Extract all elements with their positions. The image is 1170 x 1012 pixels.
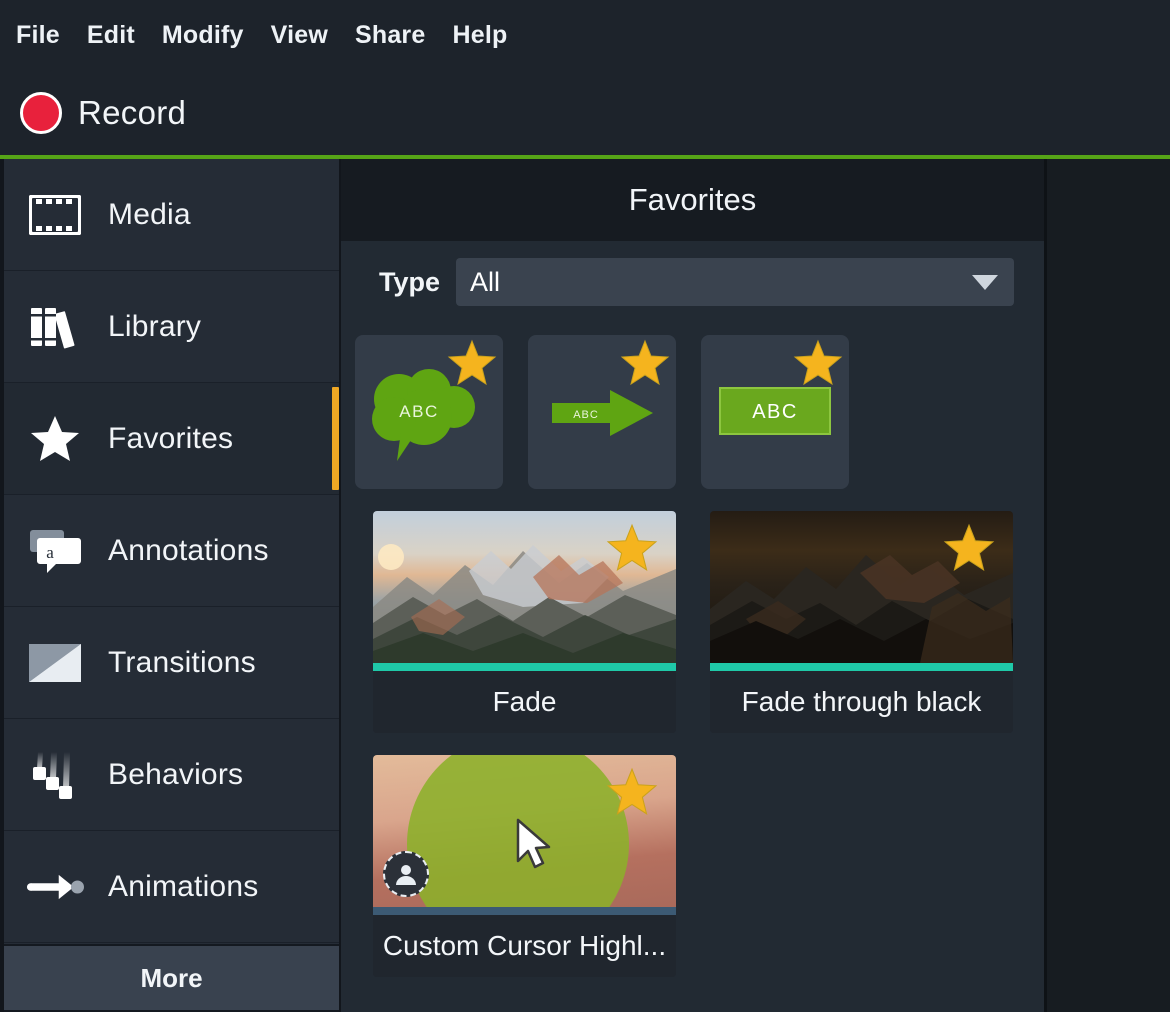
transition-card-row: Fade Fade through black [341, 511, 1044, 733]
page-title: Favorites [628, 182, 757, 217]
record-button-label[interactable]: Record [78, 94, 186, 132]
sidebar-item-library[interactable]: Library [4, 271, 339, 383]
star-icon[interactable] [620, 339, 670, 387]
star-icon [26, 410, 84, 468]
mouse-pointer-icon [513, 817, 555, 873]
card-caption: Custom Cursor Highl... [373, 915, 676, 977]
rectangle-annotation-shape: ABC [719, 387, 831, 435]
annotation-tile-rectangle[interactable]: ABC [701, 335, 849, 489]
annotation-tile-row: ABC ABC ABC [341, 335, 1044, 489]
arrow-dot-icon [26, 858, 84, 916]
sidebar-item-label: Media [108, 197, 191, 231]
sidebar-item-label: Library [108, 309, 202, 343]
card-accent-bar [373, 907, 676, 915]
menu-item-modify[interactable]: Modify [162, 21, 244, 50]
star-icon[interactable] [793, 339, 843, 387]
sidebar-item-label: Annotations [108, 533, 269, 567]
card-caption: Fade [373, 671, 676, 733]
sidebar-item-animations[interactable]: Animations [4, 831, 339, 943]
menu-item-help[interactable]: Help [452, 21, 507, 50]
star-icon[interactable] [447, 339, 497, 387]
behavior-card-row: Custom Cursor Highl... [341, 755, 1044, 977]
right-panel [1044, 159, 1170, 1012]
card-custom-cursor-highlight[interactable]: Custom Cursor Highl... [373, 755, 676, 977]
star-icon[interactable] [606, 523, 658, 573]
star-icon[interactable] [606, 767, 658, 817]
sidebar-item-annotations[interactable]: a Annotations [4, 495, 339, 607]
menu-item-view[interactable]: View [271, 21, 328, 50]
annotation-text: ABC [752, 401, 798, 423]
card-caption: Fade through black [710, 671, 1013, 733]
sidebar-list: Media Library Favorites a Annotations Tr… [4, 159, 339, 943]
sidebar-item-label: Transitions [108, 645, 256, 679]
card-accent-bar [373, 663, 676, 671]
card-accent-bar [710, 663, 1013, 671]
card-thumbnail [373, 511, 676, 663]
sidebar-item-label: Favorites [108, 421, 234, 455]
type-filter-dropdown[interactable]: All [456, 258, 1014, 306]
app-window: File Edit Modify View Share Help Record [0, 0, 1170, 1012]
svg-text:ABC: ABC [573, 409, 599, 421]
speech-bubble-a-icon: a [26, 522, 84, 580]
sidebar-item-label: Behaviors [108, 757, 244, 791]
filter-bar: Type All [341, 241, 1044, 323]
record-circle-icon[interactable] [20, 92, 62, 134]
type-filter-label: Type [379, 266, 441, 297]
sidebar-item-transitions[interactable]: Transitions [4, 607, 339, 719]
motion-squares-icon [26, 746, 84, 804]
gradient-square-icon [26, 634, 84, 692]
sidebar-item-favorites[interactable]: Favorites [4, 383, 339, 495]
menu-item-share[interactable]: Share [355, 21, 425, 50]
panel-header: Favorites [341, 159, 1044, 241]
sidebar-item-label: Animations [108, 869, 259, 903]
menu-bar: File Edit Modify View Share Help [0, 0, 1170, 70]
card-fade[interactable]: Fade [373, 511, 676, 733]
type-filter-value: All [470, 266, 501, 297]
card-thumbnail [373, 755, 676, 907]
sidebar-item-media[interactable]: Media [4, 159, 339, 271]
film-strip-icon [26, 186, 84, 244]
books-icon [26, 298, 84, 356]
annotation-text: ABC [399, 402, 438, 421]
star-icon[interactable] [943, 523, 995, 573]
sidebar-item-behaviors[interactable]: Behaviors [4, 719, 339, 831]
results-grid: ABC ABC ABC Fade Fade through black Cust… [341, 323, 1044, 977]
arrow-annotation-shape: ABC [550, 387, 655, 439]
annotation-tile-callout-cloud[interactable]: ABC [355, 335, 503, 489]
card-fade-through-black[interactable]: Fade through black [710, 511, 1013, 733]
annotation-tile-arrow[interactable]: ABC [528, 335, 676, 489]
content-panel: Favorites Type All ABC ABC ABC Fade Fade… [341, 159, 1044, 1012]
sidebar: Media Library Favorites a Annotations Tr… [0, 159, 341, 1012]
chevron-down-icon [972, 274, 998, 290]
record-bar: Record [0, 70, 1170, 156]
selection-indicator [332, 387, 339, 490]
menu-item-edit[interactable]: Edit [87, 21, 135, 50]
card-thumbnail [710, 511, 1013, 663]
menu-item-file[interactable]: File [16, 21, 60, 50]
svg-text:a: a [46, 543, 54, 562]
person-icon [383, 851, 429, 897]
more-button[interactable]: More [4, 944, 339, 1012]
